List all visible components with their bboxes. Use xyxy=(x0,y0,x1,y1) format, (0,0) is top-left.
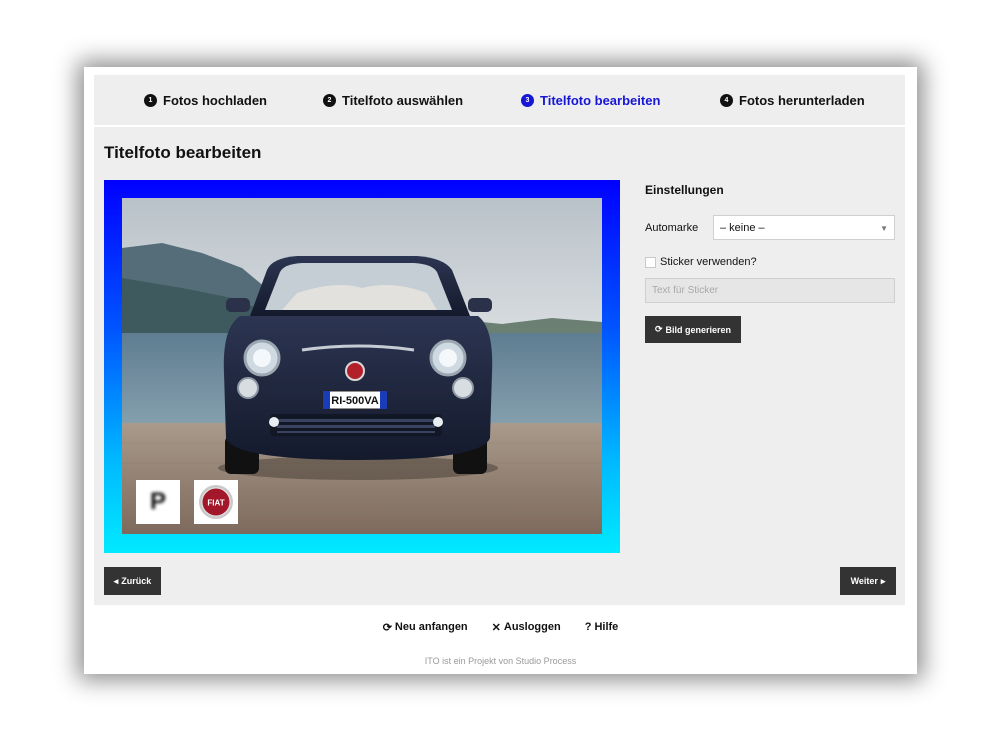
sticker-checkbox[interactable] xyxy=(645,257,656,268)
next-button[interactable]: Weiter ▸ xyxy=(840,567,896,595)
step-number: 2 xyxy=(323,93,336,107)
page-title: Titelfoto bearbeiten xyxy=(104,143,262,162)
title-photo-canvas: RI-500VA P FIAT xyxy=(104,180,620,553)
step-label: Titelfoto auswählen xyxy=(342,92,464,108)
sticker-p-text: P xyxy=(149,488,166,515)
back-button[interactable]: ◂ Zurück xyxy=(104,567,161,595)
step-select-title-photo[interactable]: 2 Titelfoto auswählen xyxy=(323,75,463,125)
caret-left-icon: ◂ xyxy=(113,575,119,586)
settings-title: Einstellungen xyxy=(645,183,724,197)
restart-label: Neu anfangen xyxy=(394,621,468,633)
close-icon: ✕ xyxy=(491,621,501,634)
step-label: Fotos herunterladen xyxy=(739,92,865,108)
logout-label: Ausloggen xyxy=(503,621,561,633)
footer-credit: ITO ist ein Projekt von Studio Process xyxy=(424,656,577,666)
brand-select[interactable]: – keine – ▼ xyxy=(713,215,895,240)
app-window: 1 Fotos hochladen 2 Titelfoto auswählen … xyxy=(84,67,917,674)
question-icon: ? xyxy=(584,621,592,633)
step-number: 1 xyxy=(144,93,157,107)
generate-image-button[interactable]: ⟳ Bild generieren xyxy=(645,316,741,343)
step-download-photos[interactable]: 4 Fotos herunterladen xyxy=(720,75,865,125)
fiat-logo-text: FIAT xyxy=(207,499,224,508)
next-label: Weiter xyxy=(850,576,878,586)
step-label: Titelfoto bearbeiten xyxy=(540,92,661,108)
sticker-text-placeholder: Text für Sticker xyxy=(652,285,719,296)
brand-label: Automarke xyxy=(645,222,699,234)
license-plate: RI-500VA xyxy=(331,395,379,407)
footer-links: ⟳ Neu anfangen ✕ Ausloggen ? Hilfe xyxy=(84,619,917,635)
logout-link[interactable]: ✕ Ausloggen xyxy=(492,619,561,635)
caret-right-icon: ▸ xyxy=(880,575,886,586)
step-edit-title-photo[interactable]: 3 Titelfoto bearbeiten xyxy=(521,75,660,125)
chevron-down-icon: ▼ xyxy=(880,224,888,233)
step-bar: 1 Fotos hochladen 2 Titelfoto auswählen … xyxy=(94,75,905,125)
fiat-logo-icon: FIAT xyxy=(199,485,233,519)
step-upload-photos[interactable]: 1 Fotos hochladen xyxy=(144,75,267,125)
back-label: Zurück xyxy=(121,576,152,586)
step-label: Fotos hochladen xyxy=(163,92,267,108)
sticker-fiat-logo: FIAT xyxy=(194,480,238,524)
restart-link[interactable]: ⟳ Neu anfangen xyxy=(383,619,468,635)
step-number: 4 xyxy=(720,93,733,107)
generate-image-label: Bild generieren xyxy=(665,324,732,335)
refresh-icon: ⟳ xyxy=(654,324,663,334)
help-label: Hilfe xyxy=(594,621,619,633)
editor-panel: Titelfoto bearbeiten RI-500VA P FIAT Ein… xyxy=(94,127,905,605)
sticker-label: Sticker verwenden? xyxy=(660,256,757,268)
help-link[interactable]: ? Hilfe xyxy=(585,619,619,635)
step-number: 3 xyxy=(521,93,534,107)
brand-select-value: – keine – xyxy=(720,221,765,234)
sticker-text-input[interactable]: Text für Sticker xyxy=(645,278,895,303)
refresh-icon: ⟳ xyxy=(382,621,392,634)
sticker-p: P xyxy=(136,480,180,524)
